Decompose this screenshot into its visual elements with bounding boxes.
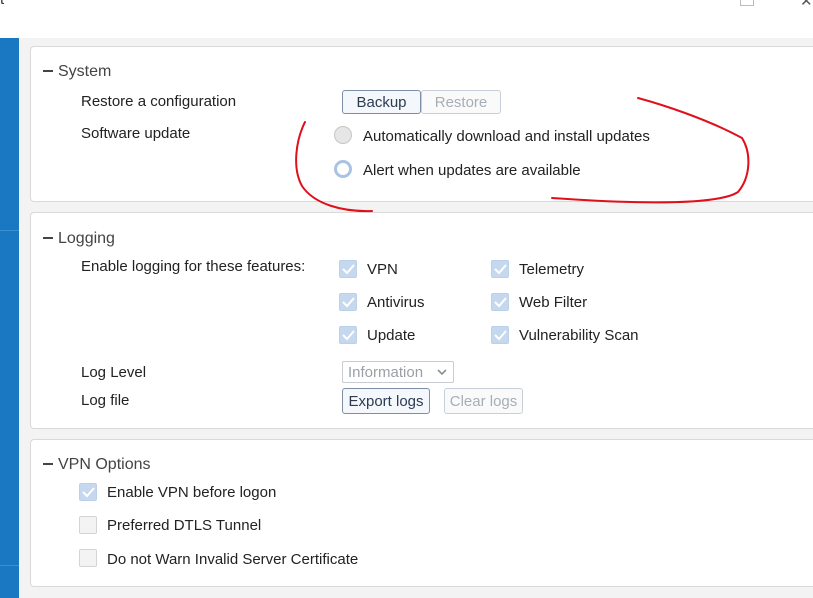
collapse-icon [43, 462, 53, 465]
checkbox-vulnerability-scan-label[interactable]: Vulnerability Scan [519, 327, 639, 344]
nav-divider [0, 565, 19, 566]
checkbox-vulnerability-scan[interactable] [491, 326, 509, 344]
window-title-bar: t ✕ [0, 0, 813, 38]
restore-button[interactable]: Restore [421, 90, 501, 114]
settings-content: System Restore a configuration Backup Re… [19, 38, 813, 598]
checkmark-icon [494, 330, 507, 341]
checkbox-web-filter[interactable] [491, 293, 509, 311]
checkmark-icon [342, 330, 355, 341]
checkbox-vpn-before-logon[interactable] [79, 483, 97, 501]
restore-config-label: Restore a configuration [81, 93, 237, 110]
checkbox-antivirus-label[interactable]: Antivirus [367, 294, 425, 311]
checkbox-invalid-cert-label[interactable]: Do not Warn Invalid Server Certificate [107, 551, 358, 568]
maximize-button[interactable] [740, 0, 754, 6]
checkbox-telemetry-label[interactable]: Telemetry [519, 261, 584, 278]
checkbox-update-label[interactable]: Update [367, 327, 415, 344]
close-button[interactable]: ✕ [800, 0, 813, 10]
checkbox-dtls-tunnel-label[interactable]: Preferred DTLS Tunnel [107, 517, 261, 534]
chevron-down-icon [437, 369, 447, 376]
vpn-section-title: VPN Options [58, 456, 151, 473]
checkbox-web-filter-label[interactable]: Web Filter [519, 294, 587, 311]
logging-section-toggle[interactable]: Logging [43, 230, 115, 248]
software-update-label: Software update [81, 125, 191, 142]
window-title-fragment: t [0, 0, 4, 8]
checkbox-vpn[interactable] [339, 260, 357, 278]
checkbox-vpn-label[interactable]: VPN [367, 261, 398, 278]
logging-section-title: Logging [58, 230, 115, 247]
checkbox-update[interactable] [339, 326, 357, 344]
export-logs-button[interactable]: Export logs [342, 388, 430, 414]
collapse-icon [43, 236, 53, 239]
clear-logs-button[interactable]: Clear logs [444, 388, 523, 414]
checkmark-icon [494, 297, 507, 308]
radio-alert-updates[interactable] [334, 160, 352, 178]
left-nav-strip [0, 38, 19, 598]
checkbox-antivirus[interactable] [339, 293, 357, 311]
system-panel: System Restore a configuration Backup Re… [30, 46, 813, 202]
log-level-value: Information [348, 363, 424, 381]
backup-button[interactable]: Backup [342, 90, 421, 114]
log-level-label: Log Level [81, 364, 147, 381]
nav-divider [0, 230, 19, 231]
system-section-toggle[interactable]: System [43, 63, 111, 81]
checkmark-icon [82, 487, 95, 498]
checkmark-icon [342, 264, 355, 275]
system-section-title: System [58, 63, 112, 80]
collapse-icon [43, 69, 53, 72]
radio-auto-update-label[interactable]: Automatically download and install updat… [363, 128, 650, 145]
logging-panel: Logging Enable logging for these feature… [30, 212, 813, 429]
checkbox-dtls-tunnel[interactable] [79, 516, 97, 534]
checkmark-icon [494, 264, 507, 275]
radio-auto-update[interactable] [334, 126, 352, 144]
checkmark-icon [342, 297, 355, 308]
log-file-label: Log file [81, 392, 130, 409]
log-level-select[interactable]: Information [342, 361, 454, 383]
vpn-section-toggle[interactable]: VPN Options [43, 456, 150, 474]
checkbox-invalid-cert[interactable] [79, 549, 97, 567]
radio-alert-updates-label[interactable]: Alert when updates are available [363, 162, 581, 179]
checkbox-telemetry[interactable] [491, 260, 509, 278]
vpn-options-panel: VPN Options Enable VPN before logon Pref… [30, 439, 813, 587]
checkbox-vpn-before-logon-label[interactable]: Enable VPN before logon [107, 484, 276, 501]
enable-logging-label: Enable logging for these features: [81, 258, 306, 275]
